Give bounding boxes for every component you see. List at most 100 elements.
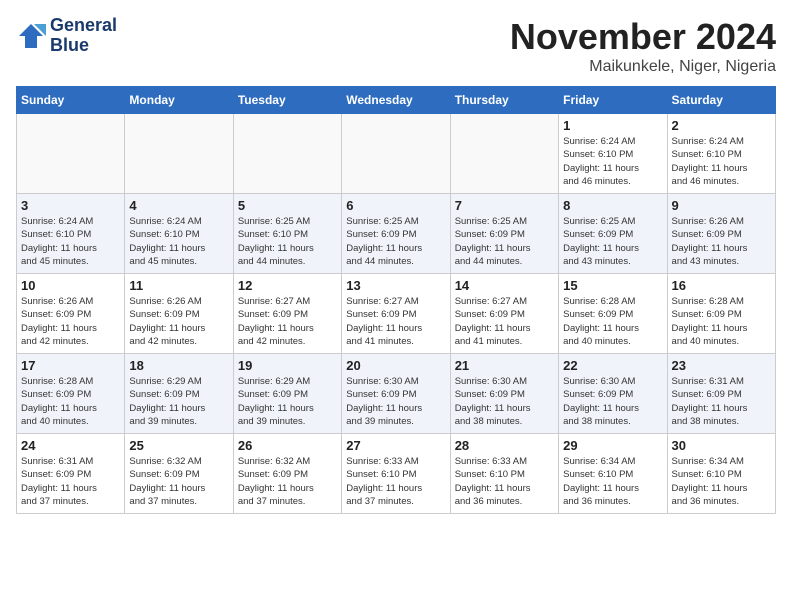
- day-info: Sunrise: 6:28 AM Sunset: 6:09 PM Dayligh…: [21, 375, 120, 428]
- calendar-cell: 25Sunrise: 6:32 AM Sunset: 6:09 PM Dayli…: [125, 434, 233, 514]
- day-number: 27: [346, 438, 445, 453]
- day-info: Sunrise: 6:26 AM Sunset: 6:09 PM Dayligh…: [672, 215, 771, 268]
- calendar-week-row: 3 Sunrise: 6:24 AM Sunset: 6:10 PM Daylig…: [17, 194, 776, 274]
- calendar-cell: 14 Sunrise: 6:27 AM Sunset: 6:09 PM Dayli…: [450, 274, 558, 354]
- calendar-header-row: SundayMondayTuesdayWednesdayThursdayFrid…: [17, 87, 776, 114]
- day-number: 8: [563, 198, 662, 213]
- day-number: 7: [455, 198, 554, 213]
- calendar-cell: 15 Sunrise: 6:28 AM Sunset: 6:09 PM Dayli…: [559, 274, 667, 354]
- day-number: 3: [21, 198, 120, 213]
- day-number: 2: [672, 118, 771, 133]
- calendar-cell: 3 Sunrise: 6:24 AM Sunset: 6:10 PM Daylig…: [17, 194, 125, 274]
- calendar-cell: 11 Sunrise: 6:26 AM Sunset: 6:09 PM Dayli…: [125, 274, 233, 354]
- logo-text: General Blue: [50, 16, 117, 56]
- day-info: Sunrise: 6:25 AM Sunset: 6:09 PM Dayligh…: [346, 215, 445, 268]
- title-section: November 2024 Maikunkele, Niger, Nigeria: [510, 16, 776, 76]
- day-number: 12: [238, 278, 337, 293]
- column-header-thursday: Thursday: [450, 87, 558, 114]
- calendar-cell: 1 Sunrise: 6:24 AM Sunset: 6:10 PM Daylig…: [559, 114, 667, 194]
- column-header-tuesday: Tuesday: [233, 87, 341, 114]
- month-title: November 2024: [510, 16, 776, 58]
- day-info: Sunrise: 6:29 AM Sunset: 6:09 PM Dayligh…: [238, 375, 337, 428]
- day-info: Sunrise: 6:27 AM Sunset: 6:09 PM Dayligh…: [238, 295, 337, 348]
- day-info: Sunrise: 6:33 AM Sunset: 6:10 PM Dayligh…: [346, 455, 445, 508]
- calendar-cell: 13 Sunrise: 6:27 AM Sunset: 6:09 PM Dayli…: [342, 274, 450, 354]
- calendar-cell: 26 Sunrise: 6:32 AM Sunset: 6:09 PM Dayli…: [233, 434, 341, 514]
- day-info: Sunrise: 6:31 AM Sunset: 6:09 PM Dayligh…: [21, 455, 120, 508]
- calendar-cell: [125, 114, 233, 194]
- day-number: 28: [455, 438, 554, 453]
- day-info: Sunrise: 6:30 AM Sunset: 6:09 PM Dayligh…: [563, 375, 662, 428]
- day-info: Sunrise: 6:30 AM Sunset: 6:09 PM Dayligh…: [346, 375, 445, 428]
- calendar-cell: 4 Sunrise: 6:24 AM Sunset: 6:10 PM Daylig…: [125, 194, 233, 274]
- day-number: 1: [563, 118, 662, 133]
- calendar-cell: 10Sunrise: 6:26 AM Sunset: 6:09 PM Dayli…: [17, 274, 125, 354]
- day-info: Sunrise: 6:24 AM Sunset: 6:10 PM Dayligh…: [21, 215, 120, 268]
- day-number: 14: [455, 278, 554, 293]
- calendar-cell: [233, 114, 341, 194]
- calendar-week-row: 10Sunrise: 6:26 AM Sunset: 6:09 PM Dayli…: [17, 274, 776, 354]
- day-number: 11: [129, 278, 228, 293]
- day-number: 6: [346, 198, 445, 213]
- column-header-friday: Friday: [559, 87, 667, 114]
- day-number: 23: [672, 358, 771, 373]
- day-info: Sunrise: 6:24 AM Sunset: 6:10 PM Dayligh…: [563, 135, 662, 188]
- day-info: Sunrise: 6:34 AM Sunset: 6:10 PM Dayligh…: [563, 455, 662, 508]
- calendar-cell: 20Sunrise: 6:30 AM Sunset: 6:09 PM Dayli…: [342, 354, 450, 434]
- calendar-cell: 6 Sunrise: 6:25 AM Sunset: 6:09 PM Daylig…: [342, 194, 450, 274]
- logo: General Blue: [16, 16, 117, 56]
- calendar-cell: 2 Sunrise: 6:24 AM Sunset: 6:10 PM Daylig…: [667, 114, 775, 194]
- column-header-monday: Monday: [125, 87, 233, 114]
- calendar-week-row: 17 Sunrise: 6:28 AM Sunset: 6:09 PM Dayli…: [17, 354, 776, 434]
- location: Maikunkele, Niger, Nigeria: [510, 58, 776, 76]
- calendar-cell: 24 Sunrise: 6:31 AM Sunset: 6:09 PM Dayli…: [17, 434, 125, 514]
- day-info: Sunrise: 6:28 AM Sunset: 6:09 PM Dayligh…: [563, 295, 662, 348]
- day-number: 24: [21, 438, 120, 453]
- day-info: Sunrise: 6:28 AM Sunset: 6:09 PM Dayligh…: [672, 295, 771, 348]
- page-header: General Blue November 2024 Maikunkele, N…: [16, 16, 776, 76]
- day-number: 9: [672, 198, 771, 213]
- day-info: Sunrise: 6:27 AM Sunset: 6:09 PM Dayligh…: [455, 295, 554, 348]
- day-info: Sunrise: 6:30 AM Sunset: 6:09 PM Dayligh…: [455, 375, 554, 428]
- calendar-cell: 30Sunrise: 6:34 AM Sunset: 6:10 PM Dayli…: [667, 434, 775, 514]
- calendar-cell: 9 Sunrise: 6:26 AM Sunset: 6:09 PM Daylig…: [667, 194, 775, 274]
- calendar-week-row: 24 Sunrise: 6:31 AM Sunset: 6:09 PM Dayli…: [17, 434, 776, 514]
- day-number: 29: [563, 438, 662, 453]
- day-info: Sunrise: 6:33 AM Sunset: 6:10 PM Dayligh…: [455, 455, 554, 508]
- day-number: 17: [21, 358, 120, 373]
- day-number: 30: [672, 438, 771, 453]
- day-number: 16: [672, 278, 771, 293]
- day-number: 21: [455, 358, 554, 373]
- calendar-cell: 16 Sunrise: 6:28 AM Sunset: 6:09 PM Dayli…: [667, 274, 775, 354]
- logo-icon: [16, 21, 46, 51]
- day-number: 13: [346, 278, 445, 293]
- day-info: Sunrise: 6:25 AM Sunset: 6:09 PM Dayligh…: [455, 215, 554, 268]
- day-info: Sunrise: 6:26 AM Sunset: 6:09 PM Dayligh…: [21, 295, 120, 348]
- day-number: 4: [129, 198, 228, 213]
- calendar-cell: 22 Sunrise: 6:30 AM Sunset: 6:09 PM Dayli…: [559, 354, 667, 434]
- column-header-sunday: Sunday: [17, 87, 125, 114]
- calendar-cell: 17 Sunrise: 6:28 AM Sunset: 6:09 PM Dayli…: [17, 354, 125, 434]
- day-info: Sunrise: 6:24 AM Sunset: 6:10 PM Dayligh…: [672, 135, 771, 188]
- day-number: 15: [563, 278, 662, 293]
- day-info: Sunrise: 6:25 AM Sunset: 6:09 PM Dayligh…: [563, 215, 662, 268]
- calendar-cell: 27 Sunrise: 6:33 AM Sunset: 6:10 PM Dayli…: [342, 434, 450, 514]
- column-header-saturday: Saturday: [667, 87, 775, 114]
- day-number: 19: [238, 358, 337, 373]
- calendar-cell: 8 Sunrise: 6:25 AM Sunset: 6:09 PM Daylig…: [559, 194, 667, 274]
- day-info: Sunrise: 6:31 AM Sunset: 6:09 PM Dayligh…: [672, 375, 771, 428]
- day-number: 26: [238, 438, 337, 453]
- calendar-table: SundayMondayTuesdayWednesdayThursdayFrid…: [16, 86, 776, 514]
- day-number: 22: [563, 358, 662, 373]
- calendar-cell: [450, 114, 558, 194]
- day-info: Sunrise: 6:32 AM Sunset: 6:09 PM Dayligh…: [238, 455, 337, 508]
- calendar-cell: 19 Sunrise: 6:29 AM Sunset: 6:09 PM Dayli…: [233, 354, 341, 434]
- column-header-wednesday: Wednesday: [342, 87, 450, 114]
- day-number: 18: [129, 358, 228, 373]
- calendar-cell: [17, 114, 125, 194]
- day-info: Sunrise: 6:25 AM Sunset: 6:10 PM Dayligh…: [238, 215, 337, 268]
- calendar-cell: 7 Sunrise: 6:25 AM Sunset: 6:09 PM Daylig…: [450, 194, 558, 274]
- day-info: Sunrise: 6:26 AM Sunset: 6:09 PM Dayligh…: [129, 295, 228, 348]
- day-info: Sunrise: 6:24 AM Sunset: 6:10 PM Dayligh…: [129, 215, 228, 268]
- day-info: Sunrise: 6:27 AM Sunset: 6:09 PM Dayligh…: [346, 295, 445, 348]
